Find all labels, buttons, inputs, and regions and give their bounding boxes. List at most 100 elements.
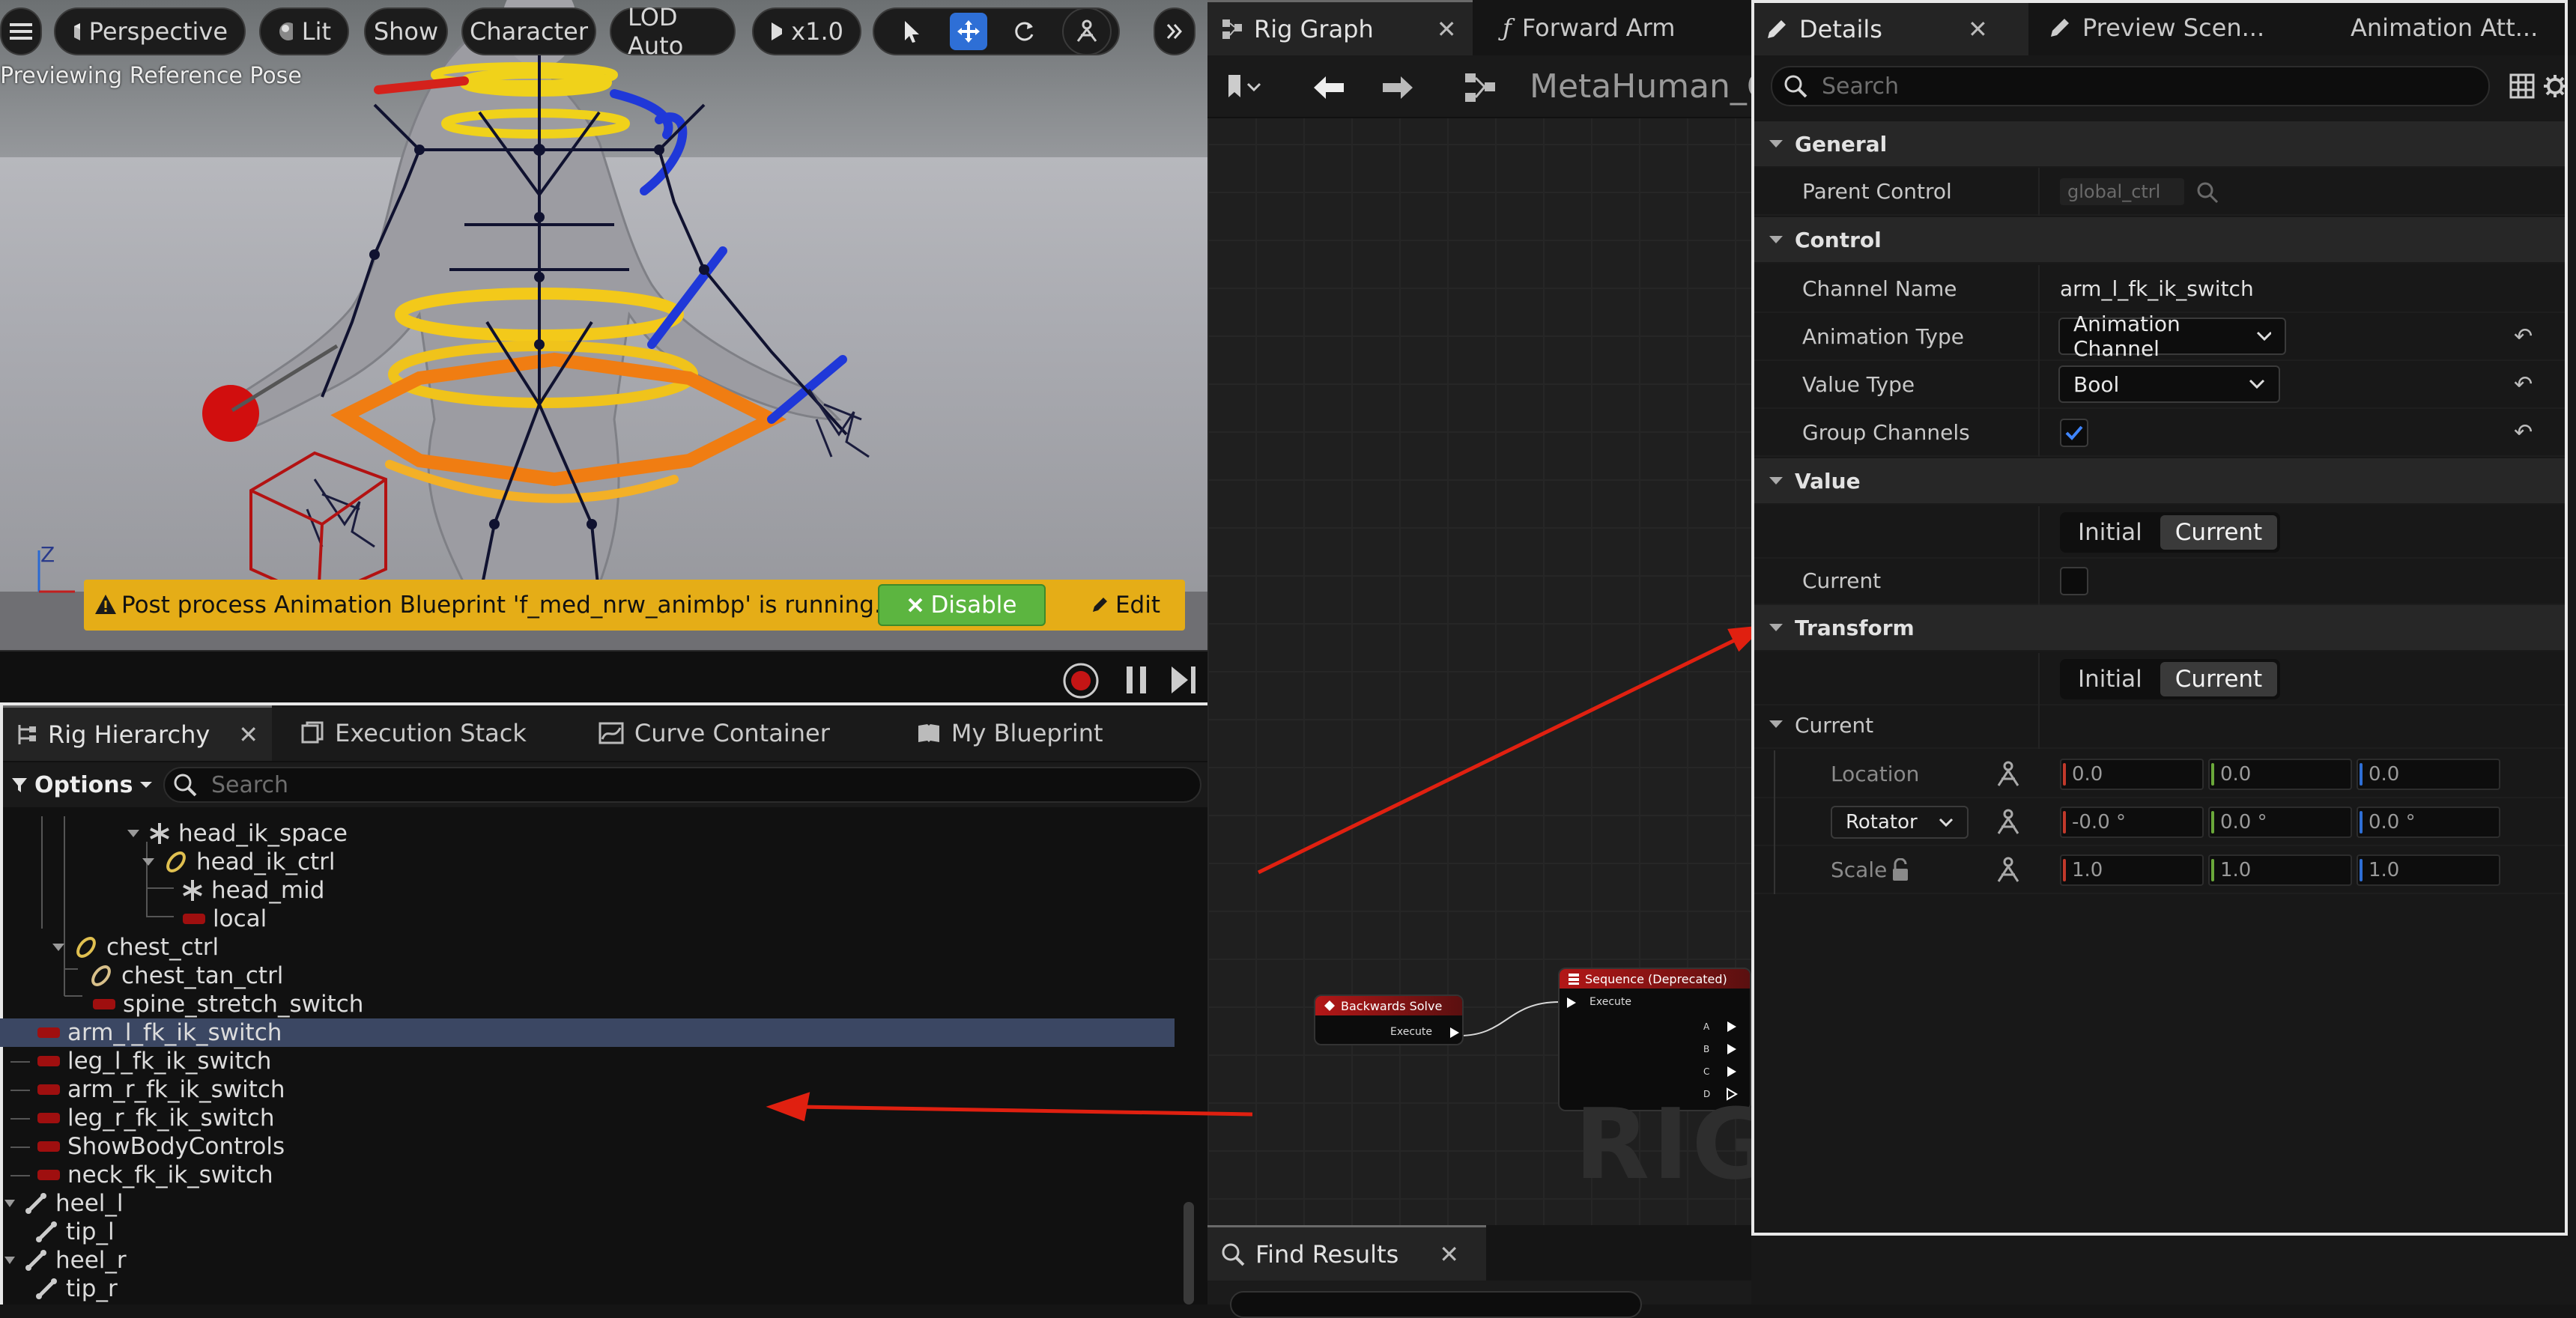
tree-item[interactable]: tip_r [34, 1275, 118, 1303]
tree-item[interactable]: chest_ctrl [51, 933, 219, 962]
tree-item[interactable]: leg_r_fk_ik_switch [37, 1104, 275, 1132]
record-button[interactable] [1062, 662, 1100, 699]
value-current-checkbox[interactable] [2060, 567, 2088, 595]
exec-pin-icon[interactable] [1726, 1042, 1738, 1056]
value-type-dropdown[interactable]: Bool [2058, 365, 2280, 403]
value-current-button[interactable]: Current [2160, 515, 2278, 550]
location-y-field[interactable]: 0.0 [2208, 759, 2352, 790]
scale-y-field[interactable]: 1.0 [2208, 854, 2352, 886]
group-channels-checkbox[interactable] [2060, 419, 2088, 447]
disable-button[interactable]: Disable [878, 584, 1046, 626]
section-control-header[interactable]: Control [1751, 217, 2568, 264]
table-view-icon[interactable] [2509, 73, 2535, 99]
channel-name-value[interactable]: arm_l_fk_ik_switch [2060, 276, 2254, 301]
animation-type-dropdown[interactable]: Animation Channel [2058, 312, 2286, 361]
tree-item[interactable]: head_ik_ctrl [141, 848, 336, 876]
tree-item[interactable]: chest_tan_ctrl [88, 962, 283, 990]
scale-label: Scale [1831, 857, 1888, 882]
tab-curve-container[interactable]: Curve Container [585, 705, 843, 761]
tree-item[interactable]: local [183, 905, 267, 933]
backwards-solve-node[interactable]: Backwards Solve Execute [1314, 994, 1464, 1045]
reset-to-default-icon[interactable]: ↶ [2514, 371, 2533, 398]
scale-z-field[interactable]: 1.0 [2357, 854, 2500, 886]
transform-current-header[interactable]: Current [1751, 702, 2568, 749]
tab-execution-stack[interactable]: Execution Stack [287, 705, 540, 761]
close-tab-icon[interactable]: ✕ [1439, 1240, 1459, 1269]
pause-button[interactable] [1124, 663, 1149, 696]
tab-my-blueprint[interactable]: My Blueprint [903, 705, 1117, 761]
tree-item[interactable]: ShowBodyControls [37, 1132, 285, 1161]
exec-pin-icon[interactable] [1726, 1065, 1738, 1078]
close-tab-icon[interactable]: ✕ [238, 720, 258, 749]
reset-to-default-icon[interactable]: ↶ [2514, 324, 2533, 350]
figure-target-icon[interactable] [1995, 809, 2021, 836]
settings-gear-icon[interactable] [2542, 73, 2568, 99]
close-tab-icon[interactable]: ✕ [1968, 15, 1988, 43]
exec-pin-icon[interactable] [1449, 1026, 1461, 1039]
tree-item[interactable]: spine_stretch_switch [93, 990, 363, 1018]
section-general-header[interactable]: General [1751, 121, 2568, 168]
rotator-dropdown[interactable]: Rotator [1831, 806, 1969, 839]
transform-mode-row: Initial Current [1751, 653, 2568, 705]
search-icon[interactable] [2195, 180, 2220, 205]
tree-item[interactable]: leg_l_fk_ik_switch [37, 1047, 271, 1075]
rotator-z-field[interactable]: 0.0 ° [2357, 807, 2500, 838]
tab-details-label: Details [1799, 14, 1882, 43]
location-x-field[interactable]: 0.0 [2060, 759, 2204, 790]
rotator-x-field[interactable]: -0.0 ° [2060, 807, 2204, 838]
figure-target-icon[interactable] [1995, 857, 2021, 884]
translate-tool[interactable] [949, 13, 987, 50]
transform-initial-button[interactable]: Initial [2063, 662, 2157, 696]
tab-details[interactable]: Details ✕ [1751, 0, 2028, 55]
more-options-button[interactable] [1154, 7, 1195, 55]
rotator-y-field[interactable]: 0.0 ° [2208, 807, 2352, 838]
hierarchy-scrollbar[interactable] [1184, 1202, 1194, 1305]
viewport-menu-button[interactable] [0, 7, 42, 55]
tree-item[interactable]: tip_l [34, 1218, 115, 1246]
lit-button[interactable]: Lit [259, 7, 349, 55]
step-forward-button[interactable] [1169, 663, 1198, 696]
rotate-tool[interactable] [1005, 13, 1043, 50]
tree-item[interactable]: heel_r [3, 1246, 127, 1275]
section-transform-header[interactable]: Transform [1751, 605, 2568, 652]
lod-button[interactable]: LOD Auto [610, 3, 736, 60]
chevron-down-icon [1939, 818, 1954, 827]
expanded-arrow-icon [4, 1257, 15, 1264]
tree-item-selected[interactable]: arm_l_fk_ik_switch [0, 1018, 1175, 1047]
value-initial-button[interactable]: Initial [2063, 515, 2157, 550]
exec-pin-icon[interactable] [1726, 1020, 1738, 1033]
edit-button[interactable]: Edit [1071, 584, 1179, 626]
figure-target-icon[interactable] [1995, 761, 2021, 788]
rig-graph-panel[interactable]: Rig Graph ✕ ƒ Forward Arm MetaHuman_C Ba… [1207, 0, 1772, 1318]
select-tool[interactable] [894, 13, 931, 50]
tree-item[interactable]: neck_fk_ik_switch [37, 1161, 273, 1189]
camera-speed-button[interactable] [1062, 7, 1112, 55]
options-dropdown[interactable]: Options [10, 767, 154, 803]
playback-speed-button[interactable]: x1.0 [752, 7, 861, 55]
tree-item[interactable]: arm_r_fk_ik_switch [37, 1075, 285, 1104]
show-button[interactable]: Show [364, 7, 448, 55]
perspective-button[interactable]: Perspective [54, 7, 246, 55]
details-search-input[interactable]: Search [1771, 66, 2490, 106]
reset-to-default-icon[interactable]: ↶ [2514, 419, 2533, 446]
tab-animation-attributes[interactable]: Animation Att... [2337, 0, 2562, 55]
unlock-icon[interactable] [1891, 858, 1910, 882]
viewport[interactable]: Z Perspective Lit Show Character LOD Aut… [0, 0, 1207, 650]
hierarchy-search-input[interactable]: Search [163, 767, 1201, 803]
cube-icon [74, 23, 80, 40]
section-value-header[interactable]: Value [1751, 458, 2568, 505]
find-results-search[interactable] [1230, 1291, 1642, 1318]
character-button[interactable]: Character [461, 7, 596, 55]
tab-preview-scene[interactable]: Preview Scen... [2034, 0, 2327, 55]
exec-pin-icon[interactable] [1566, 996, 1578, 1009]
location-z-field[interactable]: 0.0 [2357, 759, 2500, 790]
options-label: Options [34, 771, 133, 798]
tab-rig-hierarchy[interactable]: Rig Hierarchy ✕ [3, 705, 273, 761]
scale-x-field[interactable]: 1.0 [2060, 854, 2204, 886]
tree-item[interactable]: head_ik_space [126, 819, 348, 848]
tree-item[interactable]: head_mid [181, 876, 324, 905]
transform-current-button[interactable]: Current [2160, 662, 2278, 696]
tab-find-results[interactable]: Find Results ✕ [1207, 1225, 1486, 1281]
parent-control-field[interactable]: global_ctrl [2060, 178, 2184, 205]
tree-item[interactable]: heel_l [3, 1189, 124, 1218]
